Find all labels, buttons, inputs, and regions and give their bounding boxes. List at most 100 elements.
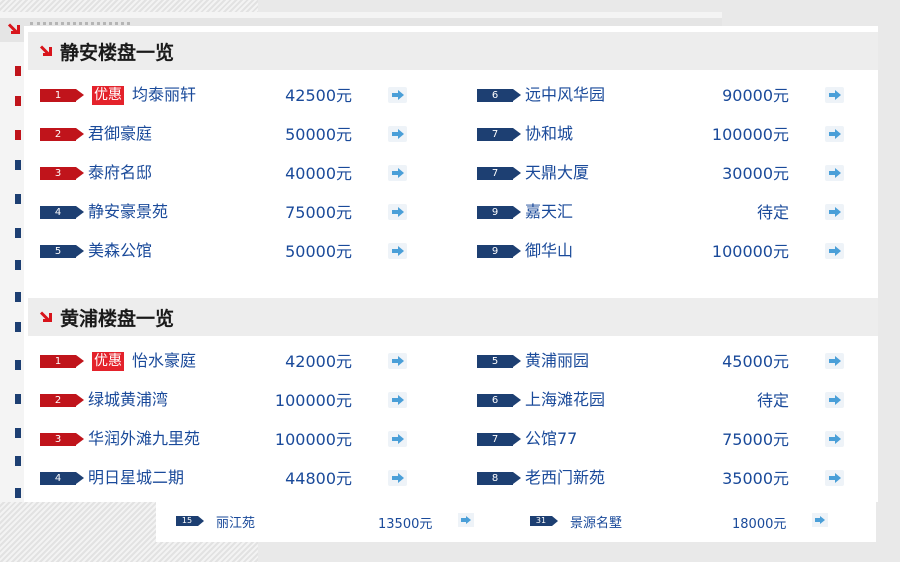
rank-badge: 5 bbox=[40, 245, 84, 258]
property-name-link[interactable]: 泰府名邸 bbox=[88, 162, 152, 184]
rank-badge: 6 bbox=[477, 89, 521, 102]
property-name-link[interactable]: 明日星城二期 bbox=[88, 467, 184, 489]
property-name-link[interactable]: 天鼎大厦 bbox=[525, 162, 589, 184]
go-arrow-icon[interactable] bbox=[825, 431, 844, 447]
promo-tag: 优惠 bbox=[92, 352, 124, 371]
property-name-link[interactable]: 怡水豪庭 bbox=[132, 350, 196, 372]
section-title: 黄浦楼盘一览 bbox=[60, 307, 175, 330]
rank-badge: 9 bbox=[477, 245, 521, 258]
go-arrow-icon[interactable] bbox=[825, 243, 844, 259]
rank-badge: 1 bbox=[40, 355, 84, 368]
go-arrow-icon[interactable] bbox=[388, 126, 407, 142]
price-text: 75000元 bbox=[285, 203, 352, 222]
property-name-link[interactable]: 老西门新苑 bbox=[525, 467, 605, 489]
price-text: 100000元 bbox=[711, 125, 789, 144]
rank-badge: 7 bbox=[477, 433, 521, 446]
go-arrow-icon[interactable] bbox=[825, 87, 844, 103]
go-arrow-icon[interactable] bbox=[458, 513, 474, 527]
price-text: 100000元 bbox=[274, 391, 352, 410]
go-arrow-icon[interactable] bbox=[388, 431, 407, 447]
rank-badge: 4 bbox=[40, 472, 84, 485]
listing-row: 1 优惠 怡水豪庭 42000元 bbox=[40, 349, 460, 373]
rank-badge: 4 bbox=[40, 206, 84, 219]
listing-row: 8 老西门新苑 35000元 bbox=[477, 466, 897, 490]
property-name-link[interactable]: 华润外滩九里苑 bbox=[88, 428, 200, 450]
section-header-huangpu: 黄浦楼盘一览 bbox=[28, 298, 878, 336]
rank-badge: 2 bbox=[40, 394, 84, 407]
listing-row: 7 公馆77 75000元 bbox=[477, 427, 897, 451]
listing-row: 1 优惠 均泰丽轩 42500元 bbox=[40, 83, 460, 107]
price-text: 35000元 bbox=[722, 469, 789, 488]
go-arrow-icon[interactable] bbox=[388, 204, 407, 220]
price-text: 50000元 bbox=[285, 242, 352, 261]
rank-badge: 6 bbox=[477, 394, 521, 407]
listing-row: 5 黄浦丽园 45000元 bbox=[477, 349, 897, 373]
rank-badge: 15 bbox=[176, 516, 204, 526]
go-arrow-icon[interactable] bbox=[388, 243, 407, 259]
price-text: 42000元 bbox=[285, 352, 352, 371]
property-name-link[interactable]: 美森公馆 bbox=[88, 240, 152, 262]
rank-badge: 3 bbox=[40, 167, 84, 180]
section-header-jingan: 静安楼盘一览 bbox=[28, 32, 878, 70]
property-name-link[interactable]: 上海滩花园 bbox=[525, 389, 605, 411]
go-arrow-icon[interactable] bbox=[388, 165, 407, 181]
property-name-link[interactable]: 公馆77 bbox=[525, 428, 577, 450]
section-title: 静安楼盘一览 bbox=[60, 41, 175, 64]
property-name-link[interactable]: 远中风华园 bbox=[525, 84, 605, 106]
go-arrow-icon[interactable] bbox=[812, 513, 828, 527]
listing-row: 4 静安豪景苑 75000元 bbox=[40, 200, 460, 224]
go-arrow-icon[interactable] bbox=[825, 204, 844, 220]
property-name-link[interactable]: 黄浦丽园 bbox=[525, 350, 589, 372]
listing-row: 7 天鼎大厦 30000元 bbox=[477, 161, 897, 185]
price-text: 75000元 bbox=[722, 430, 789, 449]
arrow-icon bbox=[40, 44, 54, 58]
rank-badge: 31 bbox=[530, 516, 558, 526]
property-name-link[interactable]: 景源名墅 bbox=[570, 512, 622, 531]
listing-row: 3 泰府名邸 40000元 bbox=[40, 161, 460, 185]
bottom-listing-row: 15 丽江苑 13500元 bbox=[176, 512, 476, 532]
go-arrow-icon[interactable] bbox=[825, 165, 844, 181]
price-text: 40000元 bbox=[285, 164, 352, 183]
price-text: 44800元 bbox=[285, 469, 352, 488]
price-text: 90000元 bbox=[722, 86, 789, 105]
property-name-link[interactable]: 君御豪庭 bbox=[88, 123, 152, 145]
listing-row: 9 御华山 100000元 bbox=[477, 239, 897, 263]
listing-row: 5 美森公馆 50000元 bbox=[40, 239, 460, 263]
property-name-link[interactable]: 静安豪景苑 bbox=[88, 201, 168, 223]
arrow-icon bbox=[8, 22, 22, 36]
arrow-icon bbox=[40, 310, 54, 324]
rank-badge: 5 bbox=[477, 355, 521, 368]
rank-badge: 8 bbox=[477, 472, 521, 485]
listing-row: 7 协和城 100000元 bbox=[477, 122, 897, 146]
go-arrow-icon[interactable] bbox=[388, 392, 407, 408]
property-name-link[interactable]: 绿城黄浦湾 bbox=[88, 389, 168, 411]
rank-badge: 7 bbox=[477, 167, 521, 180]
rank-badge: 1 bbox=[40, 89, 84, 102]
price-text: 待定 bbox=[756, 203, 789, 222]
go-arrow-icon[interactable] bbox=[388, 470, 407, 486]
price-text: 100000元 bbox=[274, 430, 352, 449]
price-text: 100000元 bbox=[711, 242, 789, 261]
go-arrow-icon[interactable] bbox=[825, 353, 844, 369]
price-text: 42500元 bbox=[285, 86, 352, 105]
price-text: 50000元 bbox=[285, 125, 352, 144]
go-arrow-icon[interactable] bbox=[825, 470, 844, 486]
price-text: 待定 bbox=[756, 391, 789, 410]
price-text: 30000元 bbox=[722, 164, 789, 183]
rank-badge: 9 bbox=[477, 206, 521, 219]
property-name-link[interactable]: 均泰丽轩 bbox=[132, 84, 196, 106]
property-name-link[interactable]: 御华山 bbox=[525, 240, 573, 262]
property-name-link[interactable]: 嘉天汇 bbox=[525, 201, 573, 223]
go-arrow-icon[interactable] bbox=[825, 392, 844, 408]
listing-row: 6 远中风华园 90000元 bbox=[477, 83, 897, 107]
go-arrow-icon[interactable] bbox=[388, 87, 407, 103]
go-arrow-icon[interactable] bbox=[825, 126, 844, 142]
listing-row: 4 明日星城二期 44800元 bbox=[40, 466, 460, 490]
listing-row: 2 绿城黄浦湾 100000元 bbox=[40, 388, 460, 412]
property-name-link[interactable]: 丽江苑 bbox=[216, 512, 255, 531]
rank-badge: 7 bbox=[477, 128, 521, 141]
property-name-link[interactable]: 协和城 bbox=[525, 123, 573, 145]
go-arrow-icon[interactable] bbox=[388, 353, 407, 369]
rank-badge: 2 bbox=[40, 128, 84, 141]
price-text: 45000元 bbox=[722, 352, 789, 371]
